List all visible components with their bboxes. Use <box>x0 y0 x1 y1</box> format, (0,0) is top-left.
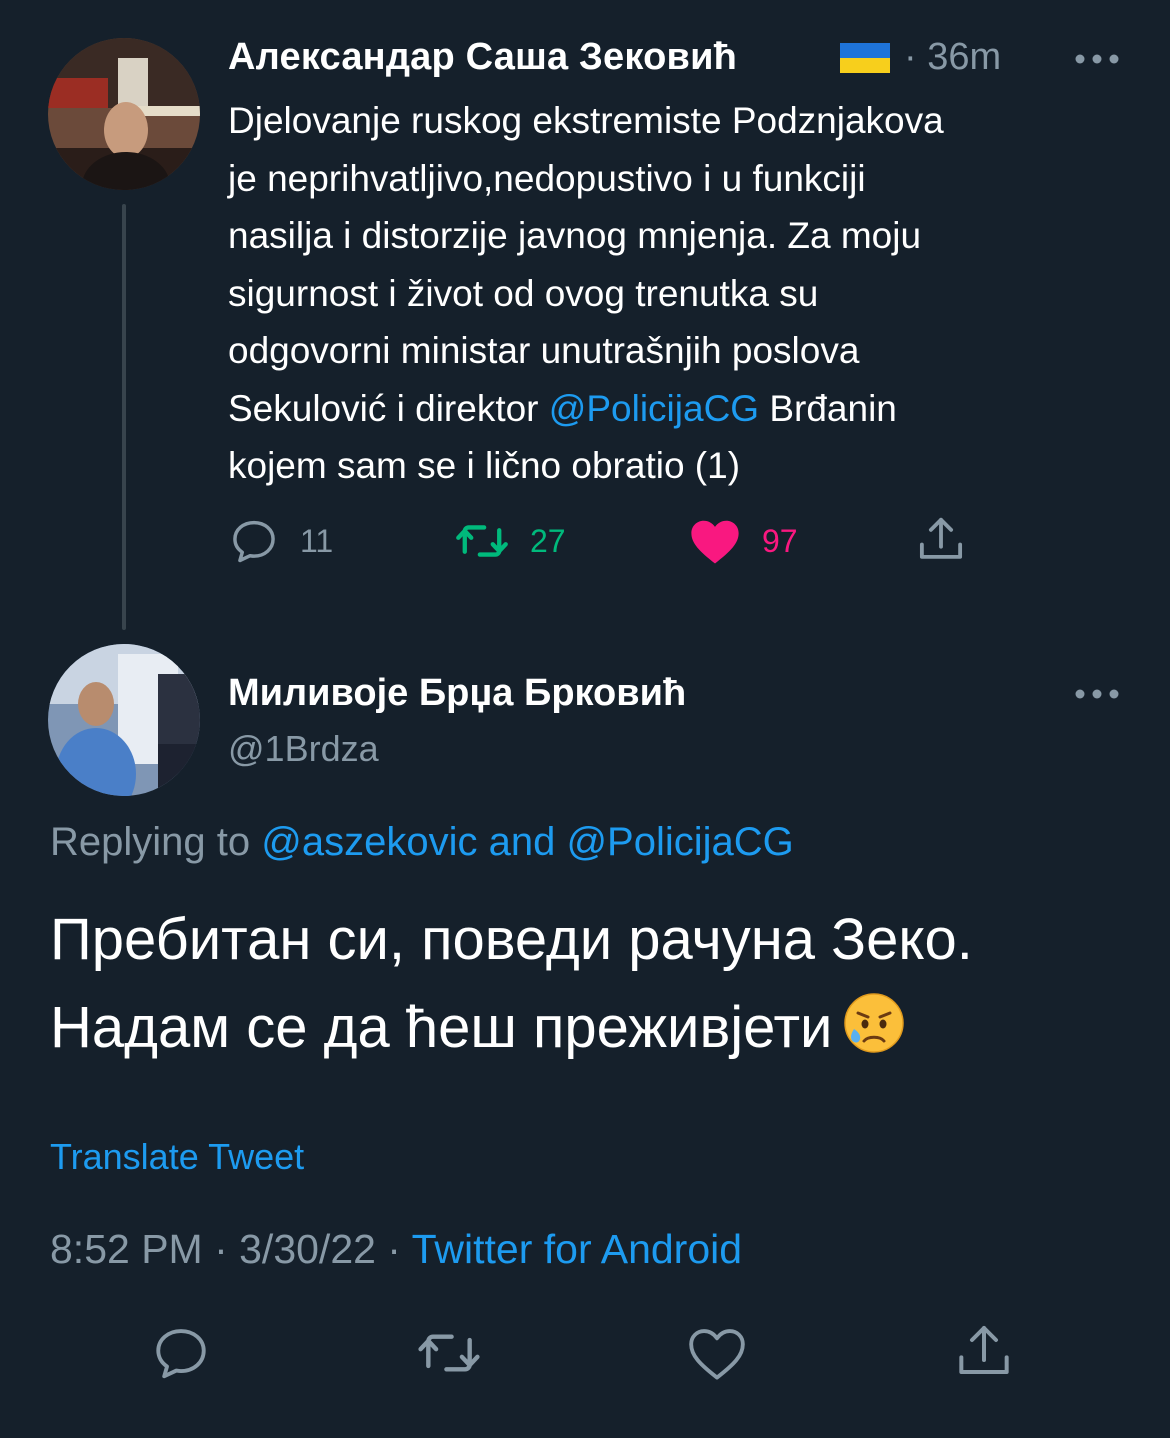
parent-retweet-action[interactable]: 27 <box>454 515 566 567</box>
replying-mention-aszekovic[interactable]: @aszekovic <box>261 820 477 864</box>
share-icon <box>919 517 963 559</box>
tweet-meta: 8:52 PM · 3/30/22 · Twitter for Android <box>50 1226 742 1273</box>
parent-like-count: 97 <box>762 522 798 559</box>
reply-author-name[interactable]: Миливоје Брџа Брковић <box>228 672 686 715</box>
reply-retweet-button[interactable] <box>414 1322 484 1389</box>
parent-timestamp[interactable]: · 36m <box>904 36 1001 79</box>
parent-author-name[interactable]: Александар Саша Зековић <box>228 36 737 79</box>
share-icon <box>959 1326 1009 1374</box>
reply-share-button[interactable] <box>952 1320 1016 1389</box>
replying-prefix: Replying to <box>50 820 262 864</box>
translate-tweet-link[interactable]: Translate Tweet <box>50 1136 304 1178</box>
heart-outline-icon <box>689 1329 745 1380</box>
parent-more-options-icon[interactable] <box>1074 52 1120 66</box>
replying-and: and <box>477 820 567 864</box>
reply-text-line-1: Пребитан си, поведи рачуна Зеко. <box>50 907 973 972</box>
parent-tweet-text: Djelovanje ruskog ekstremiste Podznjakov… <box>228 92 1128 495</box>
replying-to-line: Replying to @aszekovic and @PolicijaCG <box>50 820 794 865</box>
reply-like-button[interactable] <box>686 1324 748 1387</box>
reply-icon <box>233 520 275 563</box>
reply-author-handle[interactable]: @1Brdza <box>228 728 379 770</box>
retweet-icon <box>418 1334 480 1372</box>
retweet-icon <box>456 525 508 557</box>
ukraine-flag-icon <box>840 43 890 73</box>
parent-author-avatar[interactable] <box>48 38 200 190</box>
parent-like-action[interactable]: 97 <box>688 515 798 567</box>
heart-filled-icon <box>691 520 739 564</box>
reply-icon <box>156 1329 206 1379</box>
reply-tweet-text: Пребитан си, поведи рачуна Зеко. Надам с… <box>50 896 1130 1072</box>
parent-retweet-count: 27 <box>530 522 566 559</box>
parent-share-action[interactable] <box>914 513 968 567</box>
replying-mention-policijacg[interactable]: @PolicijaCG <box>566 820 793 864</box>
parent-reply-action[interactable]: 11 <box>228 515 333 567</box>
reply-text-line-2-wrap: Надам се да ћеш преживјети <box>50 984 1130 1072</box>
reply-more-options-icon[interactable] <box>1074 687 1120 701</box>
reply-text-line-2: Надам се да ћеш преживјети <box>50 995 833 1060</box>
reply-timestamp[interactable]: 8:52 PM · 3/30/22 · <box>50 1226 412 1272</box>
sad-but-relieved-face-icon <box>842 991 906 1055</box>
parent-reply-count: 11 <box>300 522 334 559</box>
tweet-source-link[interactable]: Twitter for Android <box>412 1226 742 1272</box>
parent-mention-link[interactable]: @PolicijaCG <box>549 388 759 429</box>
parent-text-part-1: Djelovanje ruskog ekstremiste Podznjakov… <box>228 100 944 429</box>
thread-connector-line <box>122 204 126 630</box>
reply-reply-button[interactable] <box>150 1322 212 1389</box>
reply-author-avatar[interactable] <box>48 644 200 796</box>
